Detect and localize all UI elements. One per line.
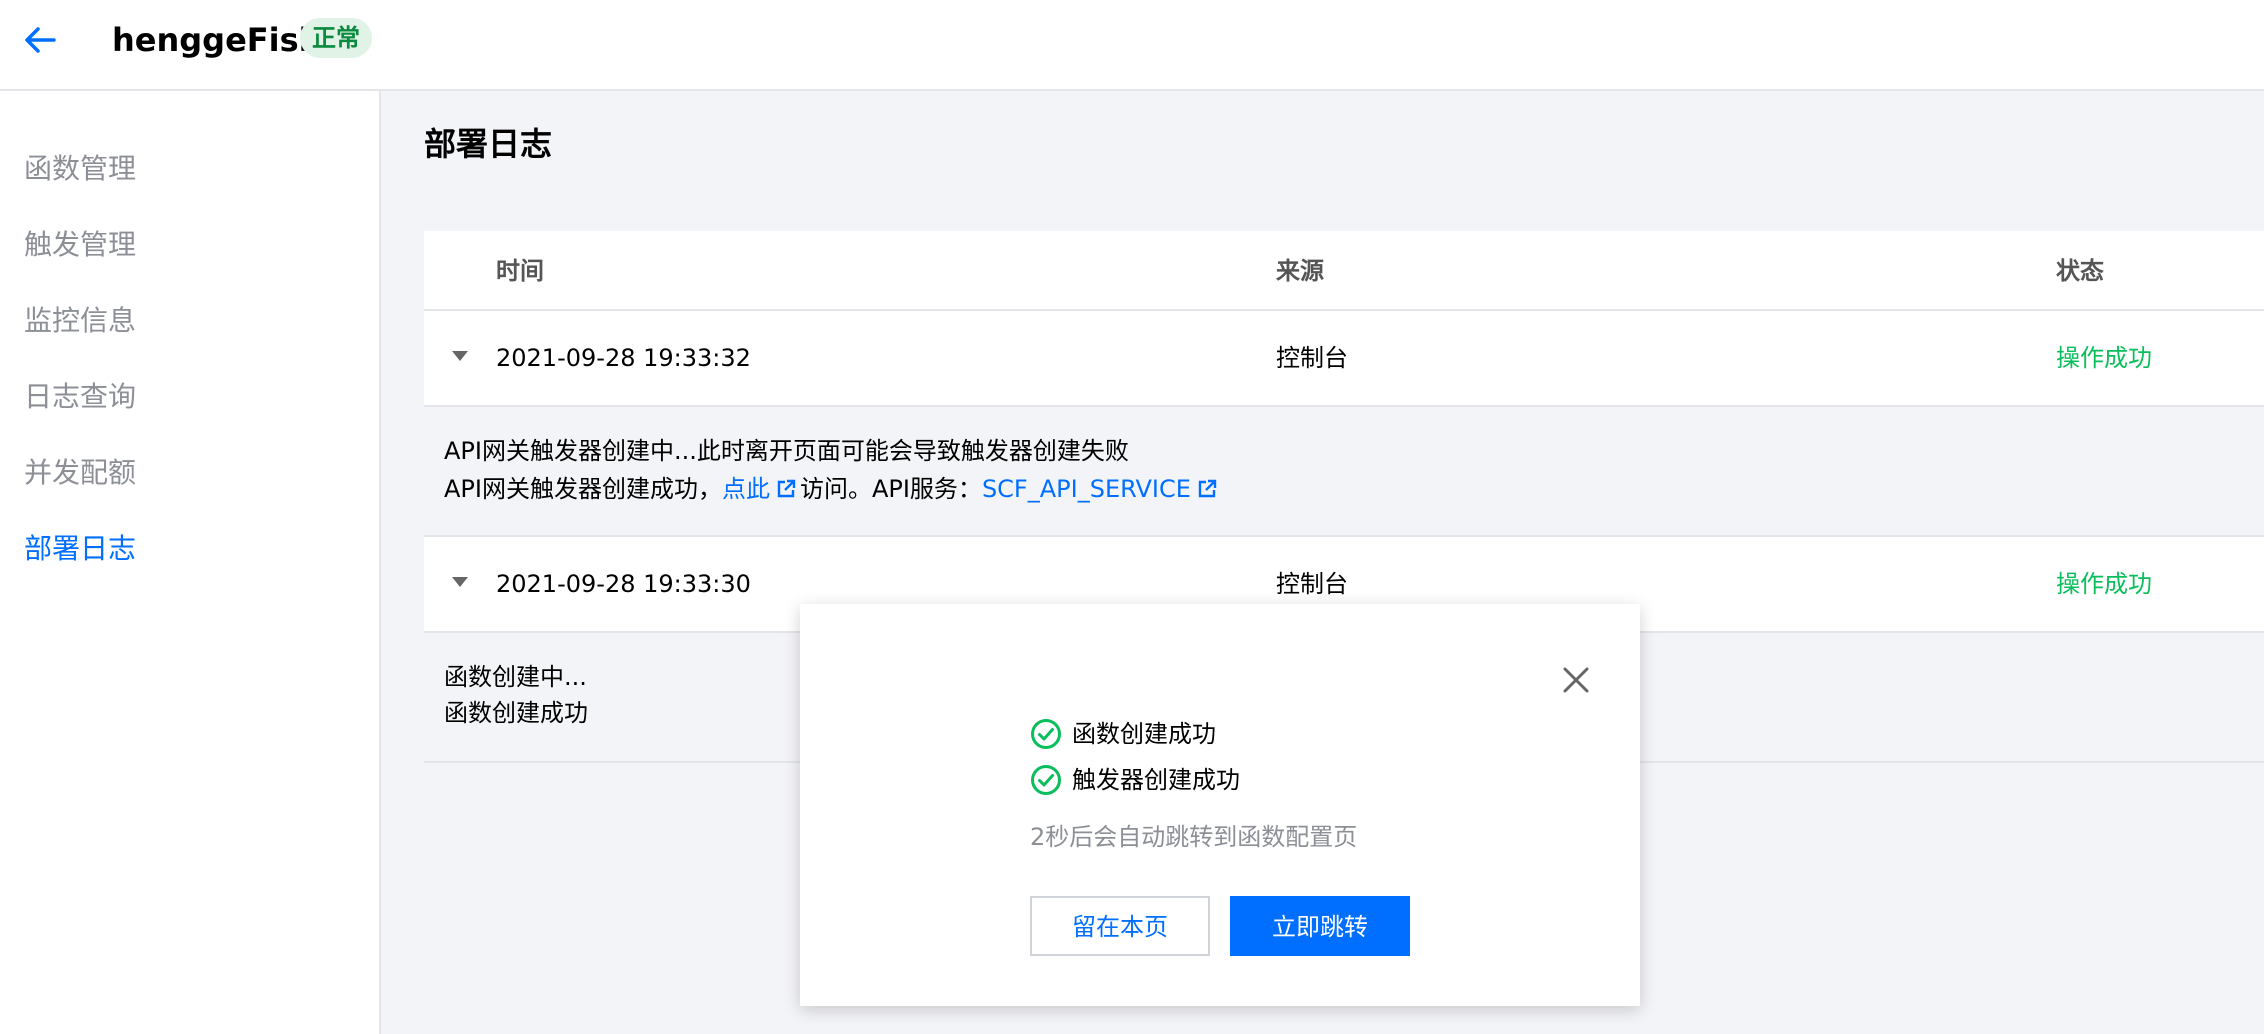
sidebar: 函数管理 触发管理 监控信息 日志查询 并发配额 部署日志 — [0, 91, 381, 1034]
row-status: 操作成功 — [2056, 570, 2152, 598]
success-message-text: 触发器创建成功 — [1072, 766, 1240, 794]
access-link[interactable]: 点此 — [722, 475, 770, 503]
detail-line: 函数创建成功 — [444, 699, 588, 727]
detail-line: API网关触发器创建成功，点此 访问。API服务：SCF_API_SERVICE — [444, 471, 1221, 507]
success-message: 触发器创建成功 — [1030, 760, 1240, 800]
sidebar-item-log-query[interactable]: 日志查询 — [24, 377, 136, 417]
table-header: 时间 来源 状态 — [424, 231, 2264, 311]
row-time: 2021-09-28 19:33:32 — [496, 344, 751, 372]
api-service-link[interactable]: SCF_API_SERVICE — [982, 475, 1191, 503]
stay-on-page-button[interactable]: 留在本页 — [1030, 896, 1210, 956]
column-header-time: 时间 — [496, 257, 544, 285]
sidebar-item-deploy-log[interactable]: 部署日志 — [24, 529, 136, 569]
table-row[interactable]: 2021-09-28 19:33:32 控制台 操作成功 — [424, 311, 2264, 405]
column-header-source: 来源 — [1276, 257, 1324, 285]
row-source: 控制台 — [1276, 344, 1348, 372]
top-header: henggeFish 正常 — [0, 0, 2264, 91]
sidebar-item-monitoring[interactable]: 监控信息 — [24, 301, 136, 341]
external-link-icon[interactable] — [776, 479, 796, 499]
page-title: 部署日志 — [424, 125, 553, 163]
success-message: 函数创建成功 — [1030, 714, 1216, 754]
row-detail: API网关触发器创建中...此时离开页面可能会导致触发器创建失败 API网关触发… — [424, 405, 2264, 537]
detail-line: API网关触发器创建中...此时离开页面可能会导致触发器创建失败 — [444, 437, 1129, 465]
detail-text: 访问。API服务： — [799, 475, 982, 503]
success-message-text: 函数创建成功 — [1072, 720, 1216, 748]
sidebar-item-concurrency-quota[interactable]: 并发配额 — [24, 453, 136, 493]
external-link-icon[interactable] — [1197, 479, 1217, 499]
check-circle-icon — [1031, 765, 1061, 795]
back-arrow-icon[interactable] — [20, 20, 60, 60]
detail-line: 函数创建中... — [444, 663, 587, 691]
sidebar-item-trigger-management[interactable]: 触发管理 — [24, 225, 136, 265]
row-source: 控制台 — [1276, 570, 1348, 598]
success-dialog: 函数创建成功 触发器创建成功 2秒后会自动跳转到函数配置页 留在本页 立即跳转 — [800, 604, 1640, 1006]
status-badge: 正常 — [300, 18, 372, 58]
column-header-status: 状态 — [2056, 257, 2104, 285]
close-icon[interactable] — [1558, 662, 1594, 698]
expand-caret-icon[interactable] — [452, 351, 468, 361]
sidebar-item-function-management[interactable]: 函数管理 — [24, 149, 136, 189]
check-circle-icon — [1031, 719, 1061, 749]
function-name: henggeFish — [112, 21, 322, 59]
redirect-hint: 2秒后会自动跳转到函数配置页 — [1030, 823, 1358, 851]
detail-text: API网关触发器创建成功， — [444, 475, 722, 503]
redirect-now-button[interactable]: 立即跳转 — [1230, 896, 1410, 956]
row-time: 2021-09-28 19:33:30 — [496, 570, 751, 598]
expand-caret-icon[interactable] — [452, 577, 468, 587]
row-status: 操作成功 — [2056, 344, 2152, 372]
